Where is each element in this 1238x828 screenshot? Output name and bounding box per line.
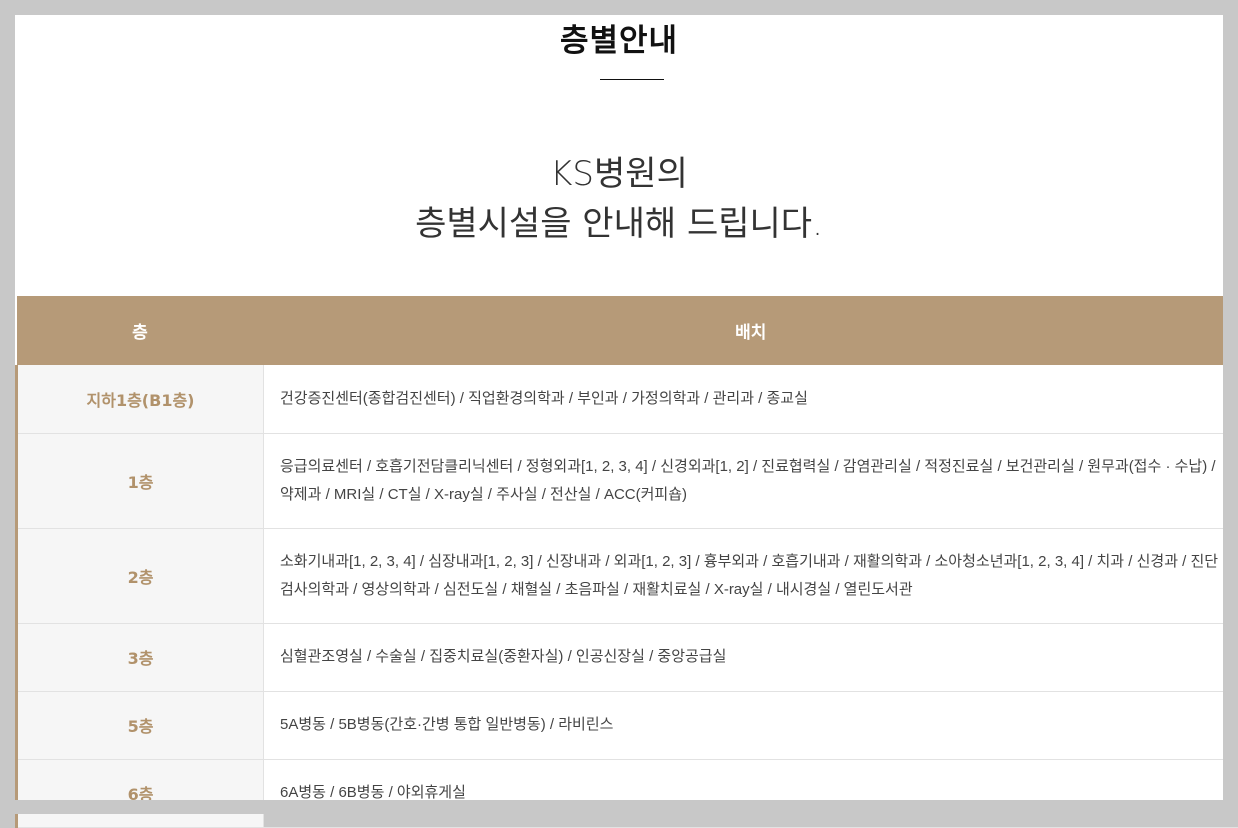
intro-text: KS병원의 층별시설을 안내해 드립니다. bbox=[15, 149, 1223, 249]
window-frame-right bbox=[1223, 15, 1238, 814]
floor-cell: 1층 bbox=[17, 433, 264, 528]
intro-line-1: KS병원의 bbox=[15, 149, 1223, 199]
table-row: 2층 소화기내과[1, 2, 3, 4] / 심장내과[1, 2, 3] / 신… bbox=[17, 528, 1238, 623]
window-frame-bottom bbox=[0, 800, 1238, 814]
layout-cell: 심혈관조영실 / 수술실 / 집중치료실(중환자실) / 인공신장실 / 중앙공… bbox=[264, 623, 1238, 691]
intro-line-2: 층별시설을 안내해 드립니다. bbox=[15, 199, 1223, 249]
layout-cell: 5A병동 / 5B병동(간호·간병 통합 일반병동) / 라비린스 bbox=[264, 691, 1238, 759]
floor-cell: 5층 bbox=[17, 691, 264, 759]
floor-cell: 2층 bbox=[17, 528, 264, 623]
table-row: 5층 5A병동 / 5B병동(간호·간병 통합 일반병동) / 라비린스 bbox=[17, 691, 1238, 759]
title-underline bbox=[600, 79, 664, 80]
layout-cell: 6A병동 / 6B병동 / 야외휴게실 bbox=[264, 759, 1238, 827]
header-layout: 배치 bbox=[264, 296, 1238, 365]
layout-cell: 건강증진센터(종합검진센터) / 직업환경의학과 / 부인과 / 가정의학과 /… bbox=[264, 365, 1238, 433]
floor-cell: 3층 bbox=[17, 623, 264, 691]
layout-cell: 소화기내과[1, 2, 3, 4] / 심장내과[1, 2, 3] / 신장내과… bbox=[264, 528, 1238, 623]
header-floor: 층 bbox=[17, 296, 264, 365]
floor-table: 층 배치 지하1층(B1층) 건강증진센터(종합검진센터) / 직업환경의학과 … bbox=[15, 296, 1238, 828]
table-row: 6층 6A병동 / 6B병동 / 야외휴게실 bbox=[17, 759, 1238, 827]
floor-guide-page: 층별안내 KS병원의 층별시설을 안내해 드립니다. 층 배치 지하1층(B1층… bbox=[15, 15, 1223, 800]
floor-cell: 6층 bbox=[17, 759, 264, 827]
table-row: 1층 응급의료센터 / 호흡기전담클리닉센터 / 정형외과[1, 2, 3, 4… bbox=[17, 433, 1238, 528]
table-header-row: 층 배치 bbox=[17, 296, 1238, 365]
page-title: 층별안내 bbox=[15, 15, 1223, 60]
table-row: 3층 심혈관조영실 / 수술실 / 집중치료실(중환자실) / 인공신장실 / … bbox=[17, 623, 1238, 691]
floor-cell: 지하1층(B1층) bbox=[17, 365, 264, 433]
table-row: 지하1층(B1층) 건강증진센터(종합검진센터) / 직업환경의학과 / 부인과… bbox=[17, 365, 1238, 433]
layout-cell: 응급의료센터 / 호흡기전담클리닉센터 / 정형외과[1, 2, 3, 4] /… bbox=[264, 433, 1238, 528]
